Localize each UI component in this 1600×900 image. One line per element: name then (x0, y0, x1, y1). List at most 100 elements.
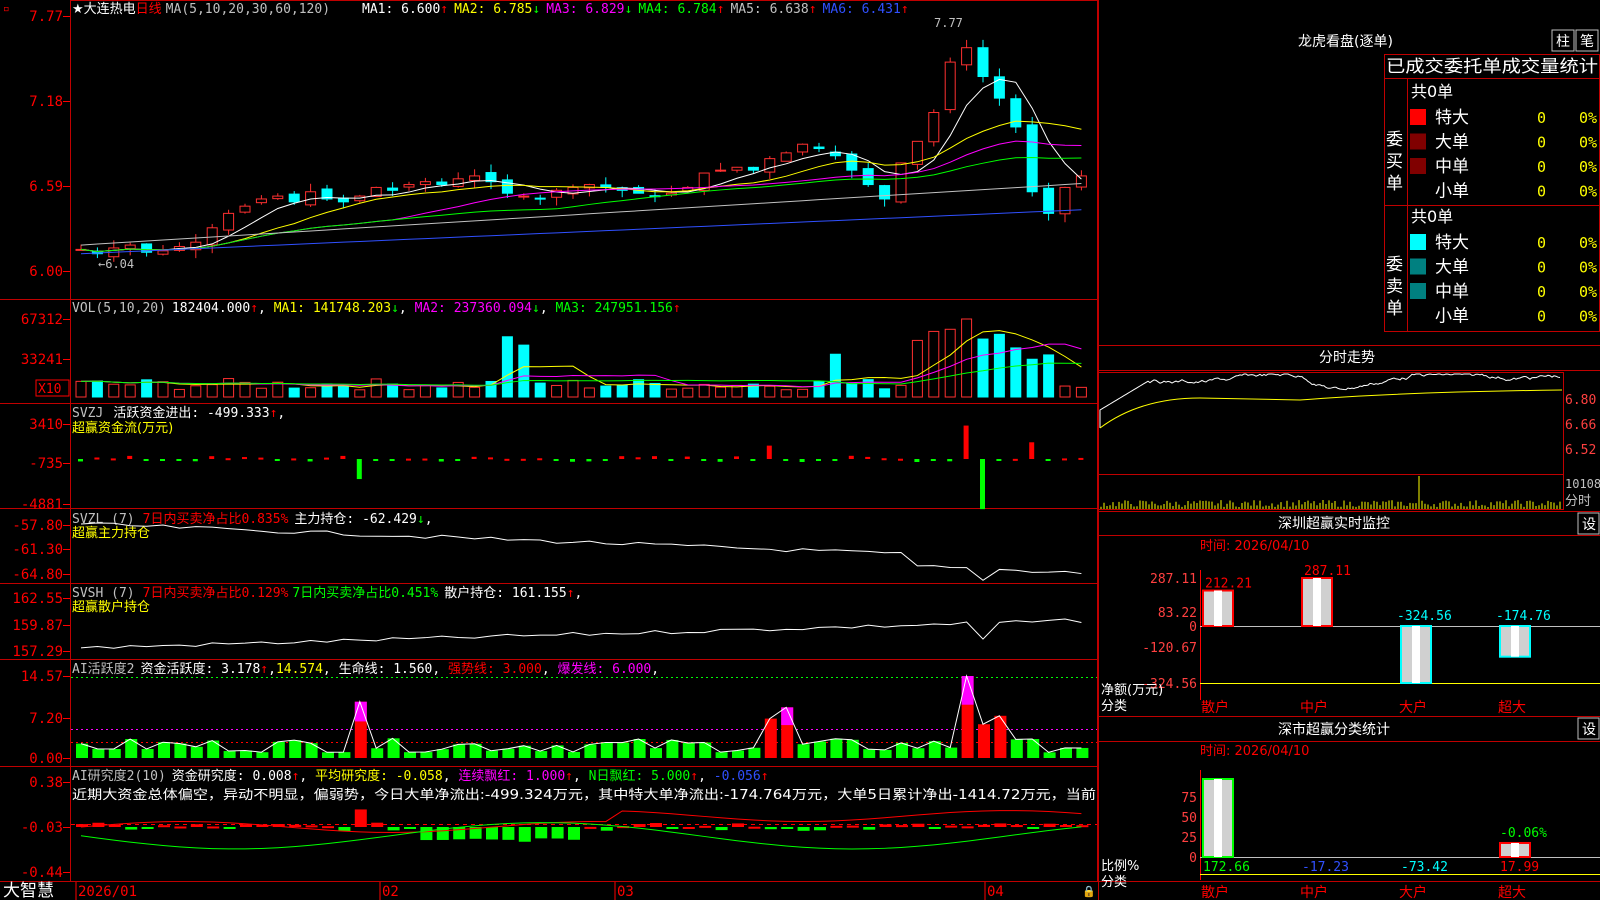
research-bar (912, 823, 925, 827)
activity-bar (945, 747, 958, 758)
intraday-y-tick: 6.52 (1565, 443, 1596, 458)
order-total: 共0单 (1411, 207, 1453, 226)
activity-bar (420, 752, 433, 758)
y-tick-label: 159.87 (12, 618, 63, 634)
brand-logo: 大智慧 (3, 881, 54, 900)
research-bar (338, 827, 351, 832)
order-side-label: 单 (1386, 299, 1403, 319)
monitor-value-label: -324.56 (1397, 609, 1452, 624)
activity-bar (617, 742, 630, 758)
volume-bar (190, 385, 202, 398)
research-avg-line (80, 810, 1082, 833)
candle (928, 112, 940, 143)
fundflow-bar (127, 455, 133, 459)
activity-bar (158, 742, 170, 758)
fundflow-bar (504, 458, 510, 461)
candle (846, 153, 858, 171)
y-tick-label: 6.59 (29, 179, 63, 195)
intraday-avg-line (1099, 389, 1563, 429)
research-bar (404, 827, 416, 829)
volume-bar (354, 389, 366, 398)
order-side-label: 买 (1386, 152, 1403, 172)
order-color-swatch (1410, 258, 1426, 275)
date-tick-label: 04 (987, 884, 1004, 900)
monitor-category: 散户 (1201, 699, 1229, 716)
classify-y-tick: 50 (1181, 811, 1197, 826)
high-price-label: 7.77 (934, 16, 963, 30)
activity-bar (699, 742, 712, 758)
classify-category: 超大 (1498, 885, 1526, 900)
fundflow-bar (209, 456, 215, 459)
volume-bar (223, 378, 235, 398)
candle (534, 197, 546, 200)
fundflow-bar (307, 459, 313, 462)
fundflow-bar (848, 455, 854, 459)
intraday-price-line (1099, 373, 1561, 428)
activity-bar (568, 751, 580, 758)
candle (1026, 124, 1038, 193)
ma-line (80, 156, 1082, 253)
activity-bar (666, 739, 679, 758)
monitor-y-tick: -120.67 (1142, 641, 1197, 656)
candle (255, 198, 267, 204)
research-bar (896, 825, 908, 828)
activity-bar (404, 752, 416, 758)
fundflow-bar (356, 459, 362, 480)
activity-bar (92, 748, 105, 758)
research-bar (387, 827, 400, 831)
order-side-label: 委 (1386, 130, 1403, 150)
fundflow-bar (143, 459, 149, 461)
fundflow-bar (274, 459, 280, 461)
y-tick-label: -735 (29, 456, 63, 472)
order-side-label: 卖 (1386, 277, 1403, 297)
fundflow-bar (389, 459, 395, 461)
lock-icon[interactable]: 🔒 (1082, 885, 1096, 898)
volume-bar (993, 333, 1005, 398)
activity-bar (141, 748, 154, 758)
lhb-title: 龙虎看盘(逐单) (1298, 33, 1393, 50)
research-bar (797, 827, 810, 831)
research-bar (600, 827, 613, 831)
activity-bar (190, 746, 203, 758)
candle (764, 158, 776, 173)
fundflow-bar (816, 459, 821, 461)
volume-bar (665, 388, 677, 398)
y-tick-label: -64.80 (12, 567, 63, 583)
fundflow-bar (750, 459, 756, 461)
y-tick-label: -61.30 (12, 542, 63, 558)
fundflow-bar (832, 459, 838, 461)
ma-legend-item: MA1: 6.600 (362, 2, 440, 17)
main-position-line (80, 522, 1082, 581)
activity-bar (1076, 747, 1089, 758)
candle (337, 197, 349, 203)
research-bar (141, 827, 154, 829)
classify-y-tick: 25 (1181, 831, 1197, 846)
panel-frames (0, 0, 1600, 900)
research-bar (650, 823, 662, 827)
volume-bar (419, 385, 431, 398)
research-bar (486, 827, 498, 840)
fundflow-bar (78, 459, 83, 462)
research-bar (125, 827, 138, 830)
svg-text:MA1: 6.600↑MA2: 6.785↓MA3: 6.8: MA1: 6.600↑ MA2: 6.785↓ MA3: 6.829↓ MA4: 6.… (362, 2, 909, 17)
research-bar (289, 824, 302, 827)
activity-bar (912, 748, 925, 758)
fundflow-bar (980, 459, 985, 510)
fundflow-bar (406, 458, 411, 461)
intraday-y-tick: 6.80 (1565, 393, 1596, 408)
order-total: 共0单 (1411, 82, 1453, 101)
activity-bar (748, 747, 761, 758)
order-row-pct: 0% (1579, 234, 1597, 252)
order-row-value: 0 (1537, 259, 1546, 277)
volume-bar (977, 338, 989, 398)
stock-title: ★大连热电 (72, 1, 136, 17)
ai2-header: AI研究度2(10) 资金研究度: 0.008↑, 平均研究度: -0.058, … (72, 768, 769, 784)
fundflow-bar (258, 457, 264, 460)
classify-bottom-value: -73.42 (1401, 860, 1448, 875)
activity-bar (256, 752, 269, 758)
candle (387, 187, 399, 191)
menu-icon[interactable]: ▫ (3, 2, 10, 15)
y-tick-label: 162.55 (12, 591, 63, 607)
order-row-value: 0 (1537, 158, 1546, 176)
candle (1043, 187, 1055, 214)
